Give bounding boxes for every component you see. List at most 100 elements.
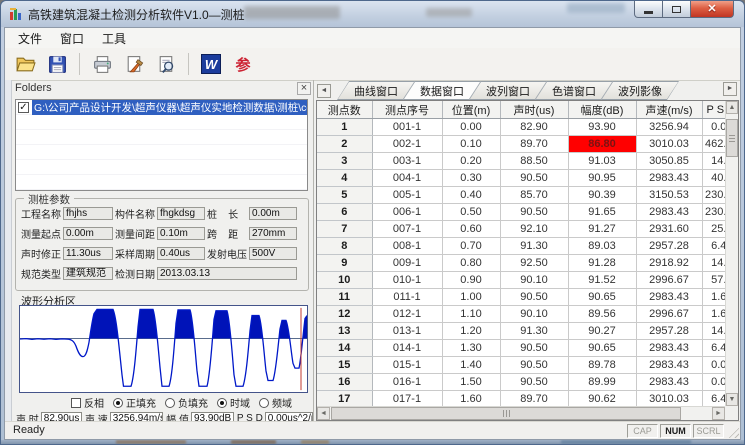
table-cell[interactable]: 2996.67 xyxy=(636,306,702,323)
table-row[interactable]: 11011-11.0090.5090.652983.431.60 xyxy=(317,289,725,306)
table-cell[interactable]: 90.95 xyxy=(568,170,636,187)
table-cell[interactable]: 014-1 xyxy=(372,340,442,357)
table-cell[interactable]: 6.40 xyxy=(702,238,725,255)
minimize-button[interactable] xyxy=(634,1,663,18)
table-cell[interactable]: 011-1 xyxy=(372,289,442,306)
table-cell[interactable]: 90.10 xyxy=(500,306,568,323)
table-row[interactable]: 3003-10.2088.5091.033050.8514.4 xyxy=(317,153,725,170)
table-cell[interactable]: 89.70 xyxy=(500,136,568,153)
table-cell[interactable]: 015-1 xyxy=(372,357,442,374)
table-cell[interactable]: 3010.03 xyxy=(636,391,702,407)
table-cell[interactable]: 2983.43 xyxy=(636,170,702,187)
radio-icon[interactable] xyxy=(217,398,227,408)
print-button[interactable] xyxy=(88,51,116,77)
row-number-cell[interactable]: 4 xyxy=(317,170,372,187)
table-cell[interactable]: 91.03 xyxy=(568,153,636,170)
table-cell[interactable]: 91.30 xyxy=(500,238,568,255)
radio-icon[interactable] xyxy=(259,398,269,408)
table-cell[interactable]: 14.4 xyxy=(702,153,725,170)
table-cell[interactable]: 89.78 xyxy=(568,357,636,374)
checkbox-icon[interactable] xyxy=(71,398,81,408)
table-cell[interactable]: 462.4 xyxy=(702,136,725,153)
table-cell[interactable]: 90.50 xyxy=(500,289,568,306)
table-cell[interactable]: 230.4 xyxy=(702,204,725,221)
waveform-plot[interactable] xyxy=(19,305,308,393)
table-cell[interactable]: 012-1 xyxy=(372,306,442,323)
table-cell[interactable]: 92.10 xyxy=(500,221,568,238)
file-list[interactable]: ✓ G:\公司产品设计开发\超声仪器\超声仪实地检测数据\测桩\cd\cd03\… xyxy=(15,99,308,191)
table-cell[interactable]: 0.90 xyxy=(442,272,500,289)
table-cell[interactable]: 91.30 xyxy=(500,323,568,340)
table-cell[interactable]: 89.56 xyxy=(568,306,636,323)
table-cell[interactable]: 90.62 xyxy=(568,391,636,407)
tab-1[interactable]: 数据窗口 xyxy=(403,81,481,100)
scroll-down-button[interactable]: ▼ xyxy=(726,393,738,406)
scroll-left-button[interactable]: ◄ xyxy=(317,407,330,420)
row-number-cell[interactable]: 9 xyxy=(317,255,372,272)
table-cell[interactable]: 3010.03 xyxy=(636,136,702,153)
tab-3[interactable]: 色谱窗口 xyxy=(535,81,613,100)
table-cell[interactable]: 91.52 xyxy=(568,272,636,289)
menu-item-2[interactable]: 工具 xyxy=(93,28,135,49)
table-cell[interactable]: 90.10 xyxy=(500,272,568,289)
title-bar[interactable]: 高铁建筑混凝土检测分析软件V1.0—测桩 ✕ xyxy=(1,1,744,27)
radio-control-4[interactable]: 频域 xyxy=(259,395,292,410)
table-cell[interactable]: 1.60 xyxy=(702,289,725,306)
table-cell[interactable]: 90.27 xyxy=(568,323,636,340)
file-checkbox[interactable]: ✓ xyxy=(18,102,29,113)
table-row[interactable]: 17017-11.6089.7090.623010.036.40 xyxy=(317,391,725,407)
table-cell[interactable]: 016-1 xyxy=(372,374,442,391)
table-cell[interactable]: 1.20 xyxy=(442,323,500,340)
table-cell[interactable]: 90.65 xyxy=(568,289,636,306)
table-cell[interactable]: 2957.28 xyxy=(636,323,702,340)
table-cell[interactable]: 010-1 xyxy=(372,272,442,289)
table-cell[interactable]: 1.50 xyxy=(442,374,500,391)
save-button[interactable] xyxy=(43,51,71,77)
parameters-button[interactable]: 参 xyxy=(229,51,257,77)
table-cell[interactable]: 0.00 xyxy=(702,119,725,136)
table-cell[interactable]: 86.80 xyxy=(568,136,636,153)
table-cell[interactable]: 91.65 xyxy=(568,204,636,221)
table-cell[interactable]: 0.40 xyxy=(442,187,500,204)
tab-scroll-left-button[interactable]: ◄ xyxy=(317,84,331,98)
table-row[interactable]: 10010-10.9090.1091.522996.6757.6 xyxy=(317,272,725,289)
row-number-cell[interactable]: 6 xyxy=(317,204,372,221)
table-cell[interactable]: 007-1 xyxy=(372,221,442,238)
row-number-cell[interactable]: 16 xyxy=(317,374,372,391)
table-cell[interactable]: 1.30 xyxy=(442,340,500,357)
resize-grip[interactable] xyxy=(726,425,739,438)
table-cell[interactable]: 82.90 xyxy=(500,119,568,136)
table-cell[interactable]: 89.70 xyxy=(500,391,568,407)
table-row[interactable]: 15015-11.4090.5089.782983.430.00 xyxy=(317,357,725,374)
row-number-cell[interactable]: 17 xyxy=(317,391,372,407)
table-cell[interactable]: 40.0 xyxy=(702,170,725,187)
table-cell[interactable]: 005-1 xyxy=(372,187,442,204)
table-cell[interactable]: 2983.43 xyxy=(636,340,702,357)
table-cell[interactable]: 017-1 xyxy=(372,391,442,407)
maximize-button[interactable] xyxy=(663,1,690,18)
table-cell[interactable]: 85.70 xyxy=(500,187,568,204)
table-cell[interactable]: 6.40 xyxy=(702,340,725,357)
table-cell[interactable]: 2983.43 xyxy=(636,374,702,391)
menu-item-0[interactable]: 文件 xyxy=(9,28,51,49)
row-number-cell[interactable]: 11 xyxy=(317,289,372,306)
radio-control-3[interactable]: 时域 xyxy=(217,395,250,410)
table-cell[interactable]: 90.39 xyxy=(568,187,636,204)
table-row[interactable]: 8008-10.7091.3089.032957.286.40 xyxy=(317,238,725,255)
row-number-cell[interactable]: 2 xyxy=(317,136,372,153)
table-cell[interactable]: 90.50 xyxy=(500,170,568,187)
scroll-right-button[interactable]: ► xyxy=(712,407,725,420)
table-cell[interactable]: 0.30 xyxy=(442,170,500,187)
scroll-up-button[interactable]: ▲ xyxy=(726,101,738,114)
table-cell[interactable]: 57.6 xyxy=(702,272,725,289)
file-list-item[interactable]: ✓ G:\公司产品设计开发\超声仪器\超声仪实地检测数据\测桩\cd\cd03\… xyxy=(16,100,307,115)
table-cell[interactable]: 3150.53 xyxy=(636,187,702,204)
table-row[interactable]: 12012-11.1090.1089.562996.671.60 xyxy=(317,306,725,323)
row-number-cell[interactable]: 12 xyxy=(317,306,372,323)
table-cell[interactable]: 25.6 xyxy=(702,221,725,238)
table-cell[interactable]: 0.20 xyxy=(442,153,500,170)
table-cell[interactable]: 006-1 xyxy=(372,204,442,221)
row-number-cell[interactable]: 7 xyxy=(317,221,372,238)
row-number-cell[interactable]: 5 xyxy=(317,187,372,204)
tab-scroll-right-button[interactable]: ► xyxy=(723,82,737,96)
